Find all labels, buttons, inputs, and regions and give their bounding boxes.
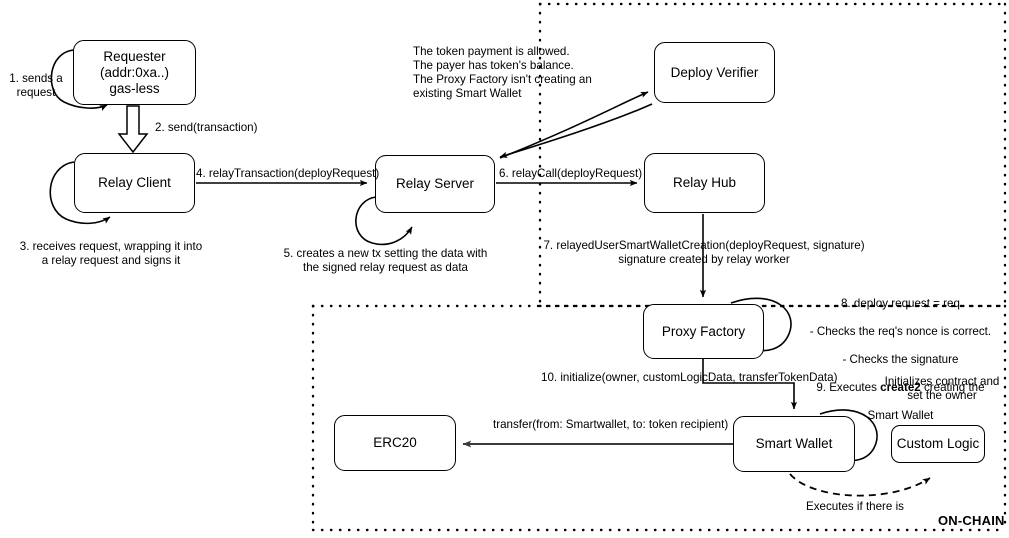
arrow-step-2-block <box>117 105 149 154</box>
arrow-executes-dashed <box>789 473 931 497</box>
node-relay-hub-label: Relay Hub <box>672 175 737 190</box>
node-relay-server-label: Relay Server <box>395 176 475 191</box>
node-erc20-label: ERC20 <box>373 435 417 450</box>
label-step-8-line-2: - Checks the req's nonce is correct. <box>809 325 992 338</box>
label-step-8-9: 8. deploy request = req - Checks the req… <box>785 283 1003 437</box>
node-relay-client-label: Relay Client <box>98 175 171 190</box>
label-step-2: 2. send(transaction) <box>155 121 258 134</box>
label-step-3: 3. receives request, wrapping it into a … <box>19 240 203 267</box>
diagram-canvas: Requester (addr:0xa..) gas-less Relay Cl… <box>0 0 1009 538</box>
label-step-6: 6. relayCall(deployRequest) <box>499 167 643 180</box>
node-requester-line-1: (addr:0xa..) <box>99 64 170 80</box>
label-step-4: 4. relayTransaction(deployRequest) <box>196 167 380 180</box>
label-initializes-note: Initializes contract and set the owner <box>884 375 1000 402</box>
node-relay-server[interactable]: Relay Server <box>375 155 495 213</box>
label-transfer: transfer(from: Smartwallet, to: token re… <box>493 418 729 431</box>
node-relay-hub[interactable]: Relay Hub <box>644 153 765 213</box>
node-deploy-verifier-label: Deploy Verifier <box>670 64 759 80</box>
node-proxy-factory[interactable]: Proxy Factory <box>643 304 764 359</box>
label-step-9-line-2: Smart Wallet <box>867 409 934 422</box>
node-requester-line-0: Requester <box>103 48 166 64</box>
arrow-verifier-request <box>499 91 649 159</box>
label-step-10: 10. initialize(owner, customLogicData, t… <box>541 371 838 384</box>
label-step-1: 1. sends a request <box>9 72 63 99</box>
node-custom-logic-label: Custom Logic <box>896 436 980 451</box>
node-erc20[interactable]: ERC20 <box>334 415 456 471</box>
label-step-5: 5. creates a new tx setting the data wit… <box>283 247 488 274</box>
node-requester[interactable]: Requester (addr:0xa..) gas-less <box>73 40 196 105</box>
node-requester-line-2: gas-less <box>109 80 160 96</box>
node-proxy-factory-label: Proxy Factory <box>661 323 746 339</box>
label-step-7: 7. relayedUserSmartWalletCreation(deploy… <box>543 239 865 266</box>
label-step-8-line-1: 8. deploy request = req <box>840 297 960 310</box>
label-executes-note: Executes if there is <box>806 500 904 513</box>
label-on-chain: ON-CHAIN <box>938 513 1005 528</box>
node-deploy-verifier[interactable]: Deploy Verifier <box>654 42 775 103</box>
node-relay-client[interactable]: Relay Client <box>74 153 195 213</box>
label-step-8-line-3: - Checks the signature <box>842 353 959 366</box>
arrow-verifier-response <box>499 103 653 158</box>
node-smart-wallet-label: Smart Wallet <box>755 436 833 451</box>
label-verifier-note: The token payment is allowed. The payer … <box>413 45 592 100</box>
